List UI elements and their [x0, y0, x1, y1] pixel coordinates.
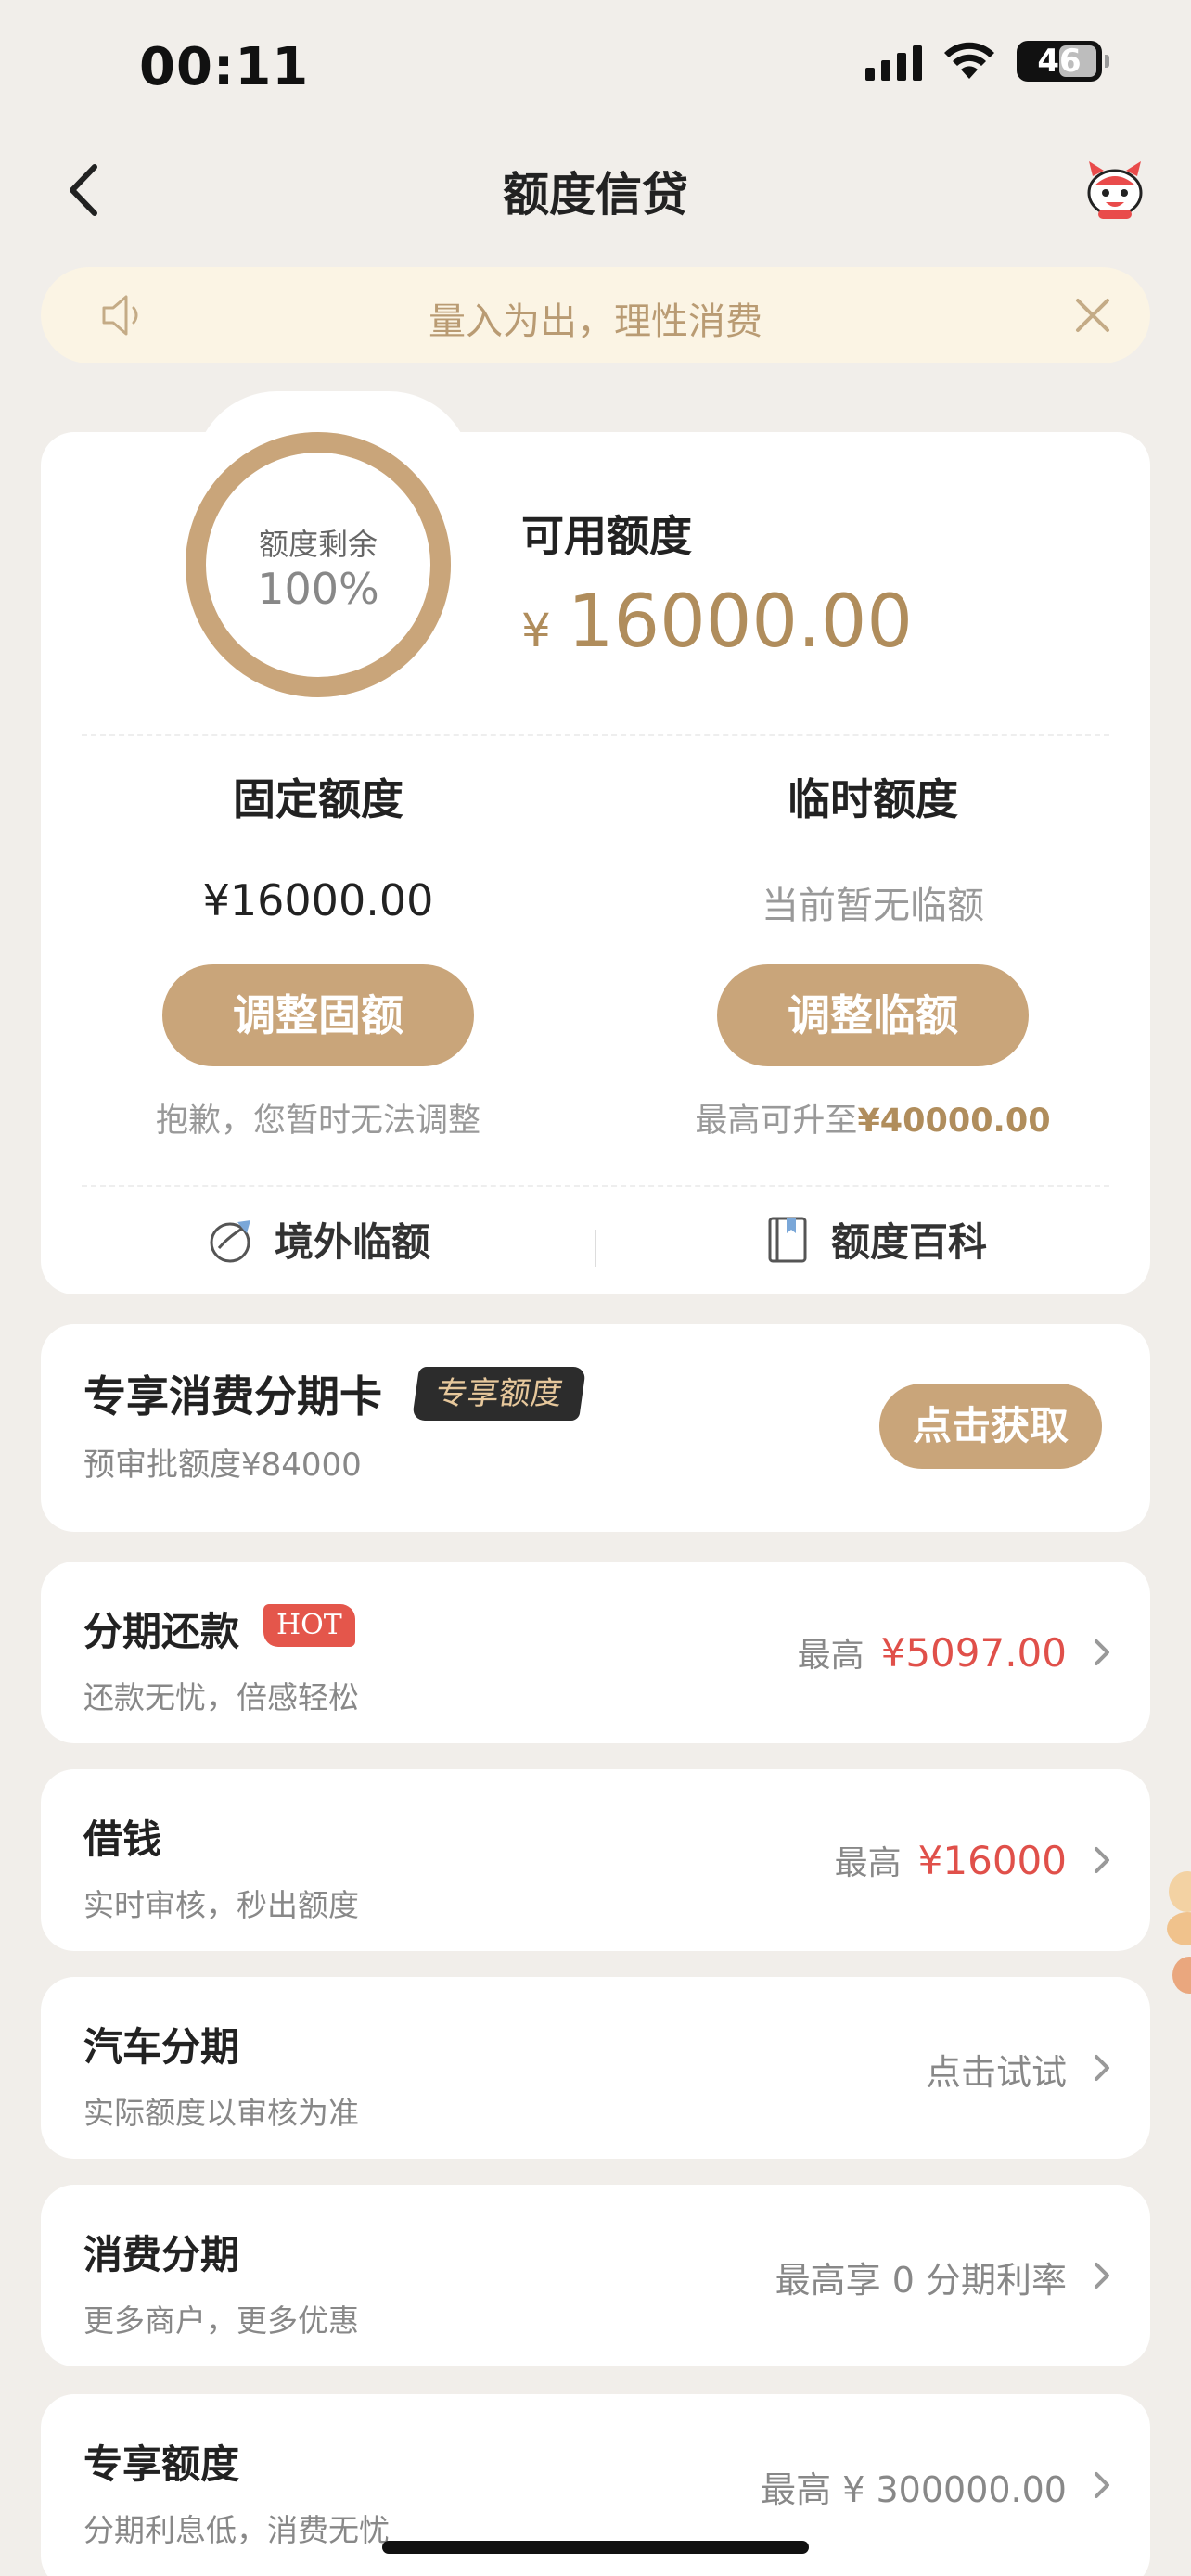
row-right-info: 最高 ¥5097.00 — [798, 1628, 1067, 1677]
row-right-prefix: 最高 — [797, 1637, 864, 1675]
shortcut-label: 境外临额 — [275, 1219, 431, 1265]
notice-text: 量入为出，理性消费 — [429, 300, 762, 343]
list-item-car-installment[interactable]: 汽车分期 实际额度以审核为准 点击试试 — [41, 1977, 1150, 2159]
close-icon[interactable] — [1072, 295, 1113, 336]
row-right-info: 点击试试 — [926, 2044, 1067, 2095]
hot-badge: HOT — [263, 1604, 355, 1647]
notice-banner: 量入为出，理性消费 — [41, 267, 1150, 363]
credit-shortcuts: 境外临额 额度百科 — [41, 1211, 1150, 1294]
get-now-button[interactable]: 点击获取 — [879, 1384, 1102, 1469]
row-right-value: 最高享 0 分期利率 — [775, 2260, 1067, 2301]
temporary-credit-value: 当前暂无临额 — [762, 885, 984, 927]
ring-label: 额度剩余 — [258, 527, 378, 562]
temporary-credit-label: 临时额度 — [788, 774, 958, 824]
temporary-credit-column: 临时额度 当前暂无临额 调整临额 最高可升至¥40000.00 — [596, 766, 1150, 1141]
row-right-info: 最高 ¥ 300000.00 — [761, 2461, 1067, 2512]
row-right-value: 最高 ¥ 300000.00 — [761, 2469, 1067, 2510]
adjust-temporary-button[interactable]: 调整临额 — [717, 964, 1029, 1066]
row-right-value: ¥16000 — [917, 1838, 1067, 1883]
cellular-signal-icon — [865, 42, 922, 81]
fixed-credit-note: 抱歉，您暂时无法调整 — [155, 1103, 480, 1140]
row-right-value: 点击试试 — [925, 2052, 1067, 2093]
exclusive-card-subtitle: 预审批额度¥84000 — [83, 1447, 362, 1484]
row-subtitle: 更多商户，更多优惠 — [83, 2302, 359, 2339]
chevron-right-icon — [1095, 1639, 1109, 1665]
credit-limit-card: 额度剩余 100% 可用额度 ¥16000.00 固定额度 ¥16000.00 … — [41, 391, 1150, 1294]
available-amount-value: 16000.00 — [567, 580, 913, 664]
list-item-borrow[interactable]: 借钱 实时审核，秒出额度 最高 ¥16000 — [41, 1769, 1150, 1951]
shortcut-credit-wiki[interactable]: 额度百科 — [762, 1211, 987, 1268]
shortcut-label: 额度百科 — [831, 1219, 988, 1265]
row-subtitle: 分期利息低，消费无忧 — [83, 2512, 390, 2548]
currency-symbol: ¥ — [521, 604, 551, 657]
temporary-note-amount: ¥40000.00 — [857, 1103, 1051, 1140]
home-indicator — [382, 2541, 809, 2554]
mascot-avatar-icon[interactable] — [1082, 158, 1148, 224]
fixed-credit-label: 固定额度 — [233, 774, 403, 824]
floating-coin-decoration-icon[interactable] — [1154, 1836, 1191, 2012]
row-subtitle: 实际额度以审核为准 — [83, 2095, 359, 2131]
battery-level: 46 — [1037, 43, 1082, 80]
divider — [82, 1185, 1109, 1187]
status-icons: 46 — [865, 41, 1109, 82]
row-title: 借钱 — [83, 1817, 162, 1862]
battery-icon: 46 — [1017, 41, 1109, 82]
available-credit-label: 可用额度 — [521, 511, 692, 561]
wifi-icon — [944, 42, 994, 79]
chevron-right-icon — [1095, 2263, 1109, 2289]
temporary-note-prefix: 最高可升至 — [695, 1103, 858, 1140]
row-title: 消费分期 — [83, 2232, 240, 2277]
chevron-right-icon — [1095, 2055, 1109, 2081]
page-title: 额度信贷 — [503, 168, 688, 222]
globe-plane-icon — [210, 1219, 250, 1262]
shortcut-overseas-temp[interactable]: 境外临额 — [206, 1211, 430, 1268]
row-right-info: 最高 ¥16000 — [835, 1836, 1067, 1884]
chevron-right-icon — [1095, 2472, 1109, 2498]
status-time: 00:11 — [139, 37, 310, 97]
row-title: 分期还款 — [83, 1609, 240, 1654]
row-subtitle: 实时审核，秒出额度 — [83, 1887, 359, 1923]
row-title: 汽车分期 — [83, 2024, 240, 2070]
row-title: 专享额度 — [83, 2442, 240, 2487]
adjust-fixed-button[interactable]: 调整固额 — [162, 964, 474, 1066]
fixed-credit-value: ¥16000.00 — [202, 875, 434, 925]
row-right-prefix: 最高 — [834, 1844, 902, 1882]
row-subtitle: 还款无忧，倍感轻松 — [83, 1679, 359, 1715]
row-right-value: ¥5097.00 — [880, 1630, 1067, 1676]
exclusive-badge: 专享额度 — [411, 1367, 587, 1421]
book-icon — [768, 1217, 807, 1262]
list-item-installment-repayment[interactable]: 分期还款 HOT 还款无忧，倍感轻松 最高 ¥5097.00 — [41, 1562, 1150, 1743]
temporary-credit-note: 最高可升至¥40000.00 — [596, 1094, 1150, 1141]
divider — [595, 1230, 596, 1267]
list-item-consumer-installment[interactable]: 消费分期 更多商户，更多优惠 最高享 0 分期利率 — [41, 2185, 1150, 2366]
status-bar: 00:11 46 — [0, 0, 1191, 139]
ring-percent: 100% — [257, 564, 379, 614]
divider — [82, 734, 1109, 736]
nav-bar: 额度信贷 — [0, 139, 1191, 241]
exclusive-installment-card[interactable]: 专享消费分期卡 专享额度 预审批额度¥84000 点击获取 — [41, 1324, 1150, 1532]
row-right-info: 最高享 0 分期利率 — [775, 2251, 1067, 2302]
fixed-credit-column: 固定额度 ¥16000.00 调整固额 抱歉，您暂时无法调整 — [41, 766, 596, 1141]
available-credit-amount: ¥16000.00 — [521, 580, 913, 664]
chevron-right-icon — [1095, 1847, 1109, 1873]
exclusive-card-title: 专享消费分期卡 — [83, 1371, 382, 1422]
